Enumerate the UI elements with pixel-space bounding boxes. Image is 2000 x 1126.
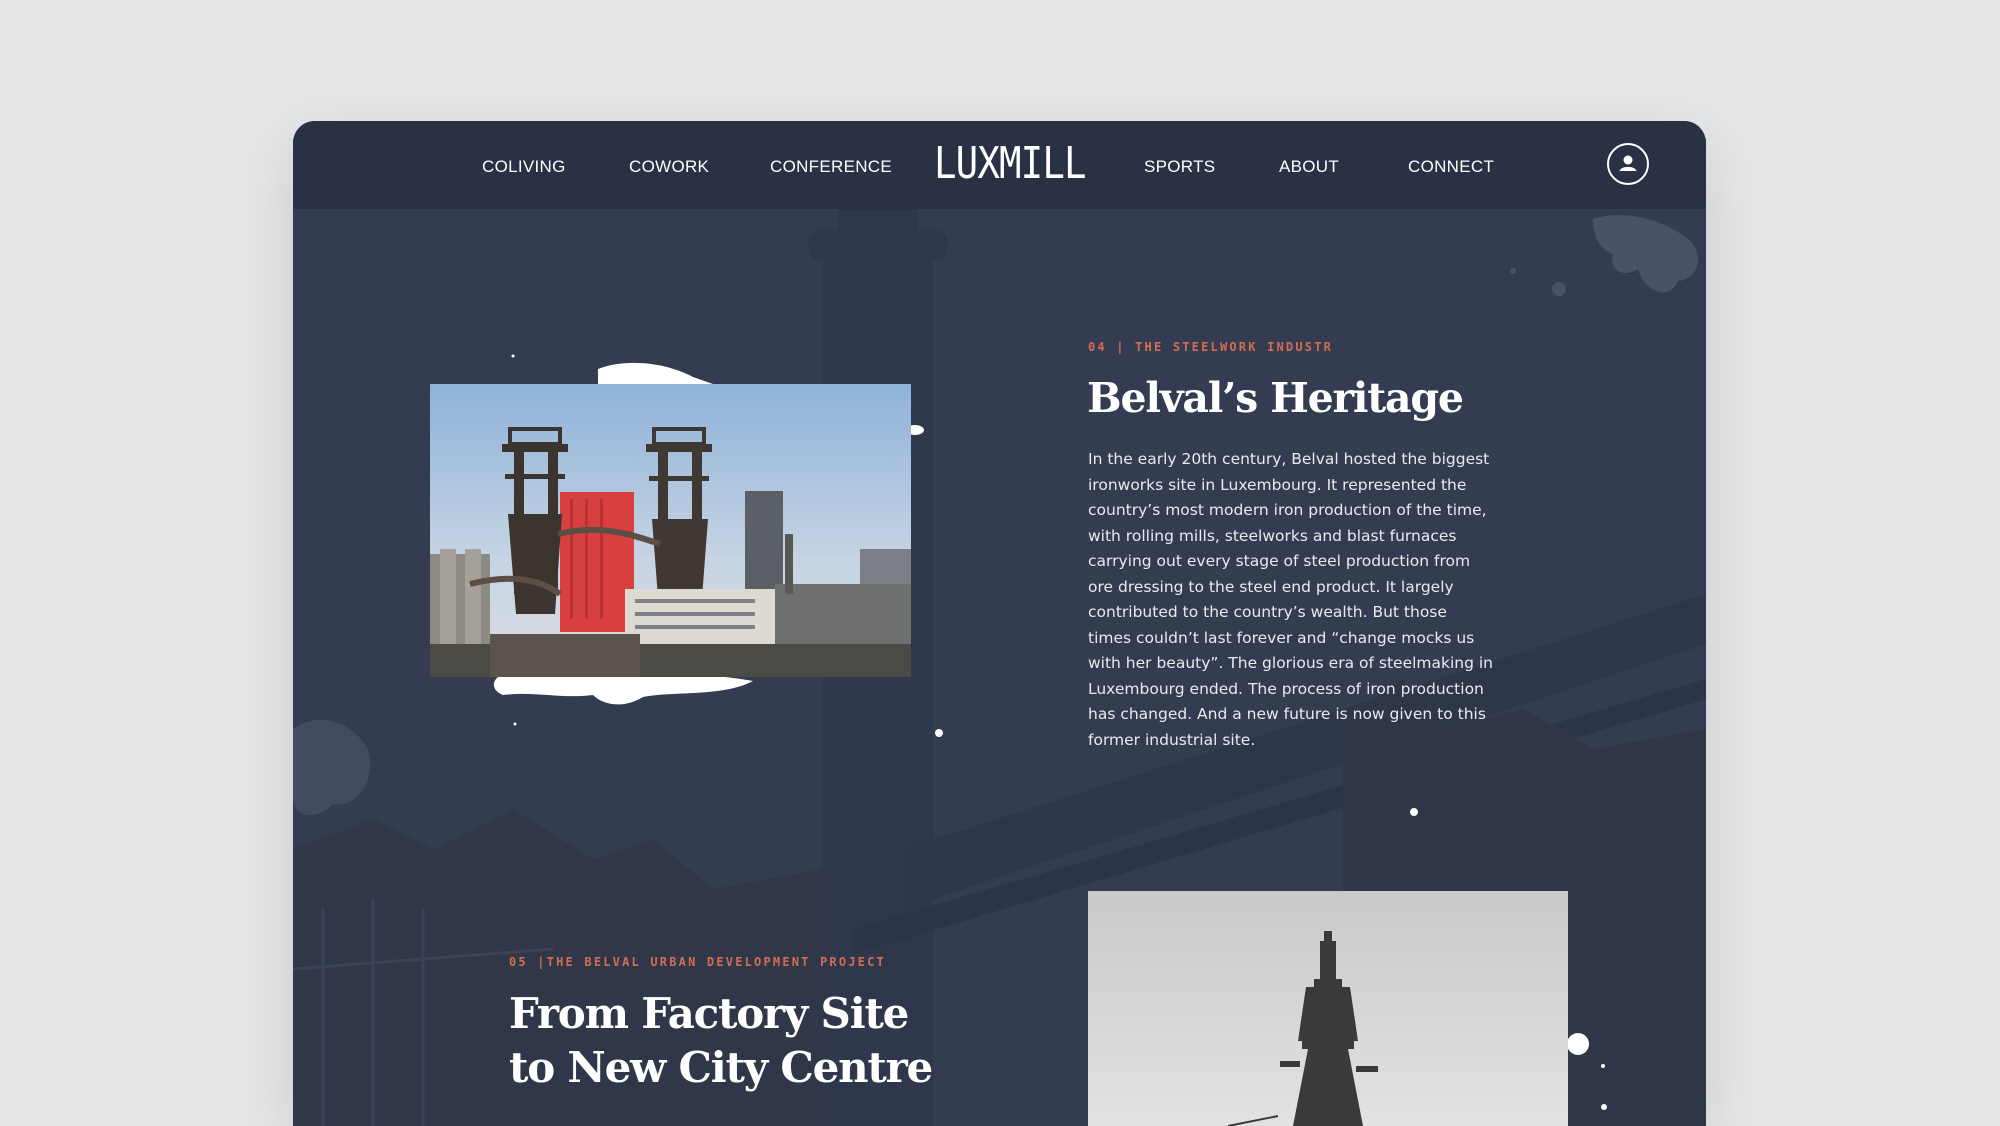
nav-conference[interactable]: CONFERENCE (770, 156, 892, 178)
main-content: 04 | THE STEELWORK INDUSTR Belval’s Heri… (293, 209, 1706, 1126)
nav-connect[interactable]: CONNECT (1408, 156, 1494, 178)
luxmill-logo[interactable]: LUXMILL (934, 139, 1087, 189)
section-05-eyebrow: 05 |THE BELVAL URBAN DEVELOPMENT PROJECT (509, 955, 886, 969)
blast-furnace-photo (430, 384, 911, 677)
nav-sports[interactable]: SPORTS (1144, 156, 1215, 178)
section-05-title-line1: From Factory Site (509, 989, 909, 1038)
section-05-title-line2: to New City Centre (509, 1043, 933, 1092)
section-04-title: Belval’s Heritage (1087, 374, 1464, 422)
browser-window: COLIVING COWORK CONFERENCE LUXMILL SPORT… (293, 121, 1706, 1126)
tower-bw-photo (1088, 891, 1568, 1126)
user-circle-icon (1619, 155, 1637, 171)
nav-cowork[interactable]: COWORK (629, 156, 709, 178)
nav-about[interactable]: ABOUT (1279, 156, 1339, 178)
nav-coliving[interactable]: COLIVING (482, 156, 566, 178)
section-04-body: In the early 20th century, Belval hosted… (1088, 450, 1494, 749)
user-account-button[interactable] (1607, 143, 1649, 185)
section-04-eyebrow: 04 | THE STEELWORK INDUSTR (1088, 340, 1334, 354)
top-navigation: COLIVING COWORK CONFERENCE LUXMILL SPORT… (293, 121, 1706, 209)
